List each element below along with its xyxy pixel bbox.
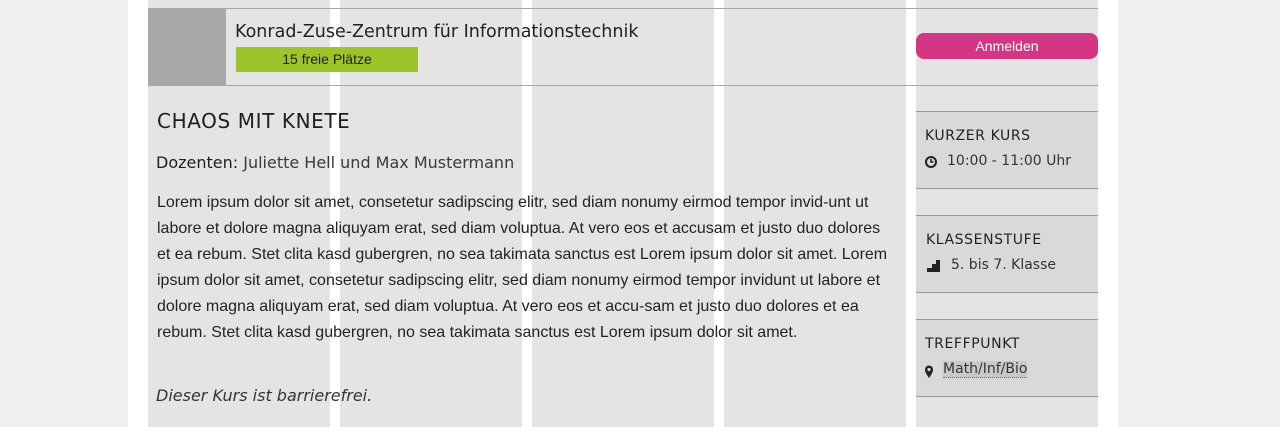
grade-box: KLASSENSTUFE 5. bis 7. Klasse xyxy=(916,215,1098,293)
duration-box: KURZER KURS 10:00 - 11:00 Uhr xyxy=(916,111,1098,189)
lecturers: Dozenten: Juliette Hell und Max Musterma… xyxy=(156,153,514,172)
lecturers-names: Juliette Hell und Max Mustermann xyxy=(243,153,515,172)
location-box: TREFFPUNKT Math/Inf/Bio xyxy=(916,319,1098,397)
location-value: Math/Inf/Bio xyxy=(943,361,1028,378)
duration-value: 10:00 - 11:00 Uhr xyxy=(947,153,1071,169)
institution-logo xyxy=(148,9,226,85)
course-title: CHAOS MIT KNETE xyxy=(157,109,351,133)
location-heading: TREFFPUNKT xyxy=(925,336,1021,352)
course-page: Konrad-Zuse-Zentrum für Informationstech… xyxy=(128,0,1118,427)
duration-heading: KURZER KURS xyxy=(925,128,1031,144)
grade-heading: KLASSENSTUFE xyxy=(926,232,1042,248)
clock-icon xyxy=(925,156,937,168)
lecturers-label: Dozenten: xyxy=(156,153,239,172)
accessibility-note: Dieser Kurs ist barrierefrei. xyxy=(156,386,373,405)
stairs-icon xyxy=(927,260,940,272)
location-link[interactable]: Math/Inf/Bio xyxy=(943,361,1028,378)
register-button[interactable]: Anmelden xyxy=(916,33,1098,59)
free-seats-badge: 15 freie Plätze xyxy=(236,47,418,72)
institution-name: Konrad-Zuse-Zentrum für Informationstech… xyxy=(235,22,639,42)
grade-value: 5. bis 7. Klasse xyxy=(951,257,1056,273)
header-bottom-divider xyxy=(148,85,1098,86)
course-description: Lorem ipsum dolor sit amet, consetetur s… xyxy=(157,194,888,341)
map-pin-icon xyxy=(925,365,933,378)
header-top-divider xyxy=(148,8,1098,9)
